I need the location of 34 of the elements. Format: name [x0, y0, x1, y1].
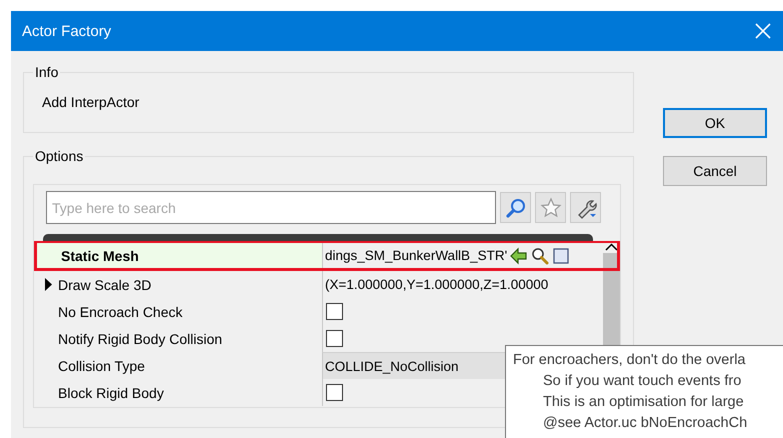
tooltip-line: @see Actor.uc bNoEncroachCh	[542, 414, 748, 433]
property-name[interactable]: Static Mesh	[37, 243, 322, 268]
search-field[interactable]: Type here to search	[46, 191, 496, 224]
dialog-button[interactable]: Cancel	[663, 156, 767, 186]
checkbox[interactable]	[326, 330, 343, 347]
tooltip-line: So if you want touch events fro	[542, 372, 742, 391]
checkbox[interactable]	[326, 384, 343, 401]
property-name[interactable]: No Encroach Check	[58, 304, 183, 320]
close-icon[interactable]	[755, 23, 771, 39]
tooltip-line: For encroachers, don't do the overla	[513, 351, 746, 370]
tooltip-line: This is an optimisation for large	[542, 393, 745, 412]
checkbox[interactable]	[326, 303, 343, 320]
group-title: Info	[34, 64, 60, 80]
info-text: Add InterpActor	[41, 93, 140, 110]
group-title: Options	[34, 148, 84, 164]
dropdown-value[interactable]: COLLIDE_NoCollision	[325, 358, 459, 374]
property-name[interactable]: Draw Scale 3D	[58, 276, 152, 292]
window-title: Actor Factory	[22, 22, 112, 40]
left-arrow-icon[interactable]	[510, 246, 528, 264]
scroll-up-icon[interactable]	[605, 243, 618, 251]
property-name[interactable]: Notify Rigid Body Collision	[58, 330, 222, 346]
dialog-button[interactable]: OK	[663, 108, 767, 138]
property-value: dings_SM_BunkerWallB_STR'	[325, 248, 508, 263]
settings-button[interactable]	[570, 192, 601, 223]
search-icon[interactable]	[531, 246, 550, 264]
star-icon	[540, 196, 562, 218]
favorites-button[interactable]	[535, 192, 566, 223]
property-name[interactable]: Block Rigid Body	[58, 384, 164, 400]
property-name[interactable]: Collision Type	[58, 358, 145, 374]
expand-arrow-icon[interactable]	[44, 278, 53, 291]
search-button[interactable]	[500, 192, 531, 223]
search-icon	[504, 196, 526, 218]
clear-icon[interactable]	[552, 246, 570, 264]
property-value: (X=1.000000,Y=1.000000,Z=1.00000	[325, 277, 548, 292]
